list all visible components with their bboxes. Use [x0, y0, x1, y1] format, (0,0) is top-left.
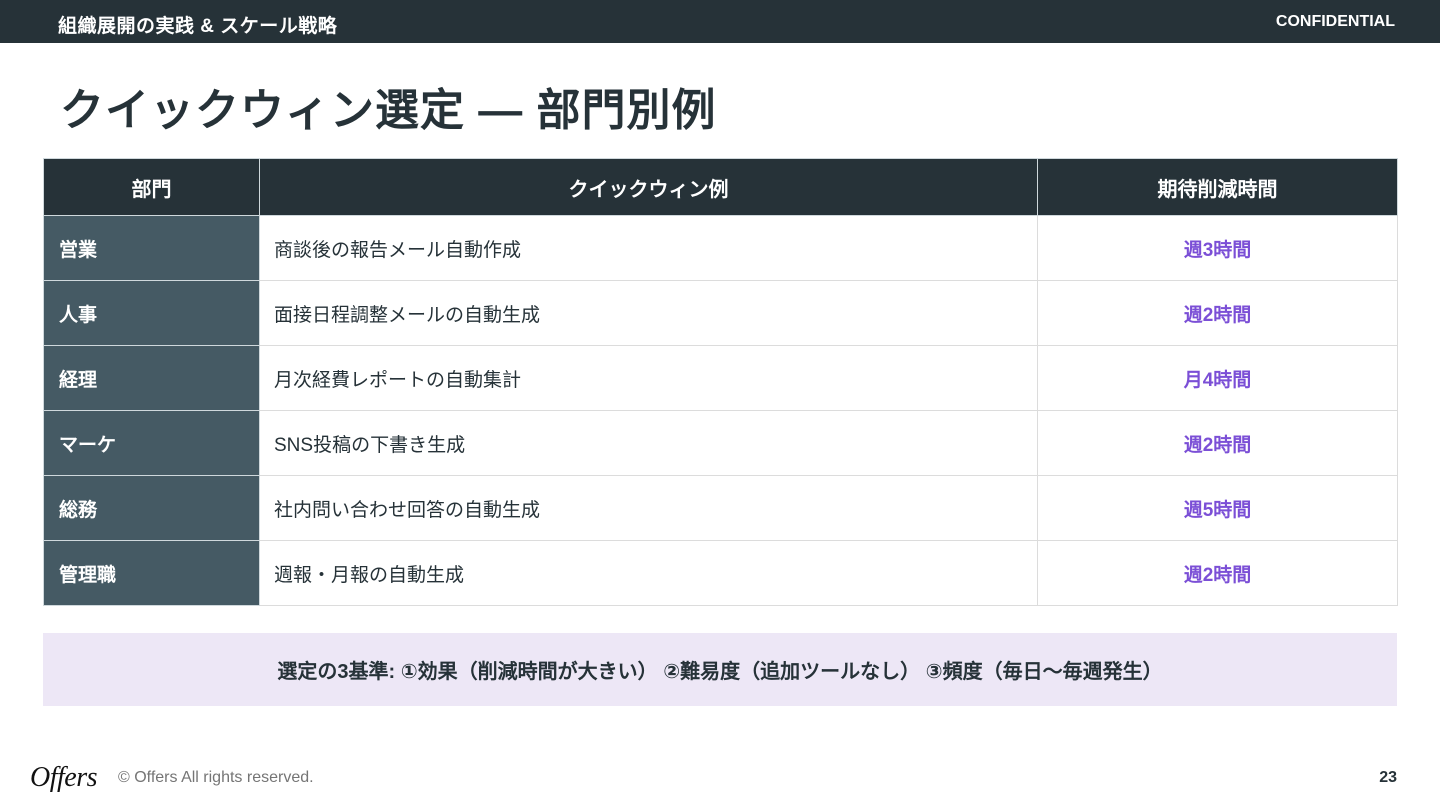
- criteria-note: 選定の3基準: ①効果（削減時間が大きい） ②難易度（追加ツールなし） ③頻度（…: [43, 633, 1397, 706]
- dept-cell: 営業: [43, 215, 260, 281]
- page-title: クイックウィン選定 — 部門別例: [60, 86, 717, 135]
- dept-cell: 総務: [43, 475, 260, 541]
- table-row: 経理 月次経費レポートの自動集計 月4時間: [43, 345, 1398, 411]
- saving-cell: 月4時間: [1037, 345, 1398, 411]
- example-cell: 月次経費レポートの自動集計: [259, 345, 1038, 411]
- copyright-text: © Offers All rights reserved.: [118, 769, 314, 786]
- column-header-saving: 期待削減時間: [1037, 158, 1398, 216]
- dept-cell: 管理職: [43, 540, 260, 606]
- dept-cell: 人事: [43, 280, 260, 346]
- table-row: 人事 面接日程調整メールの自動生成 週2時間: [43, 280, 1398, 346]
- section-title: 組織展開の実践 & スケール戦略: [58, 16, 338, 37]
- dept-cell: マーケ: [43, 410, 260, 476]
- example-cell: 商談後の報告メール自動作成: [259, 215, 1038, 281]
- offers-logo: Offers: [30, 762, 98, 793]
- example-cell: SNS投稿の下書き生成: [259, 410, 1038, 476]
- quick-win-table: 部門 クイックウィン例 期待削減時間 営業 商談後の報告メール自動作成 週3時間…: [43, 158, 1398, 606]
- confidential-label: CONFIDENTIAL: [1275, 13, 1395, 30]
- top-bar: 組織展開の実践 & スケール戦略 CONFIDENTIAL: [0, 0, 1440, 43]
- saving-cell: 週5時間: [1037, 475, 1398, 541]
- dept-cell: 経理: [43, 345, 260, 411]
- example-cell: 週報・月報の自動生成: [259, 540, 1038, 606]
- example-cell: 社内問い合わせ回答の自動生成: [259, 475, 1038, 541]
- table-row: 営業 商談後の報告メール自動作成 週3時間: [43, 215, 1398, 281]
- example-cell: 面接日程調整メールの自動生成: [259, 280, 1038, 346]
- criteria-text: 選定の3基準: ①効果（削減時間が大きい） ②難易度（追加ツールなし） ③頻度（…: [277, 661, 1163, 683]
- table-row: マーケ SNS投稿の下書き生成 週2時間: [43, 410, 1398, 476]
- table-row: 総務 社内問い合わせ回答の自動生成 週5時間: [43, 475, 1398, 541]
- column-header-example: クイックウィン例: [259, 158, 1038, 216]
- table-header-row: 部門 クイックウィン例 期待削減時間: [43, 158, 1398, 216]
- saving-cell: 週2時間: [1037, 410, 1398, 476]
- page-number: 23: [1379, 769, 1397, 786]
- saving-cell: 週2時間: [1037, 280, 1398, 346]
- saving-cell: 週3時間: [1037, 215, 1398, 281]
- column-header-dept: 部門: [43, 158, 260, 216]
- table-row: 管理職 週報・月報の自動生成 週2時間: [43, 540, 1398, 606]
- saving-cell: 週2時間: [1037, 540, 1398, 606]
